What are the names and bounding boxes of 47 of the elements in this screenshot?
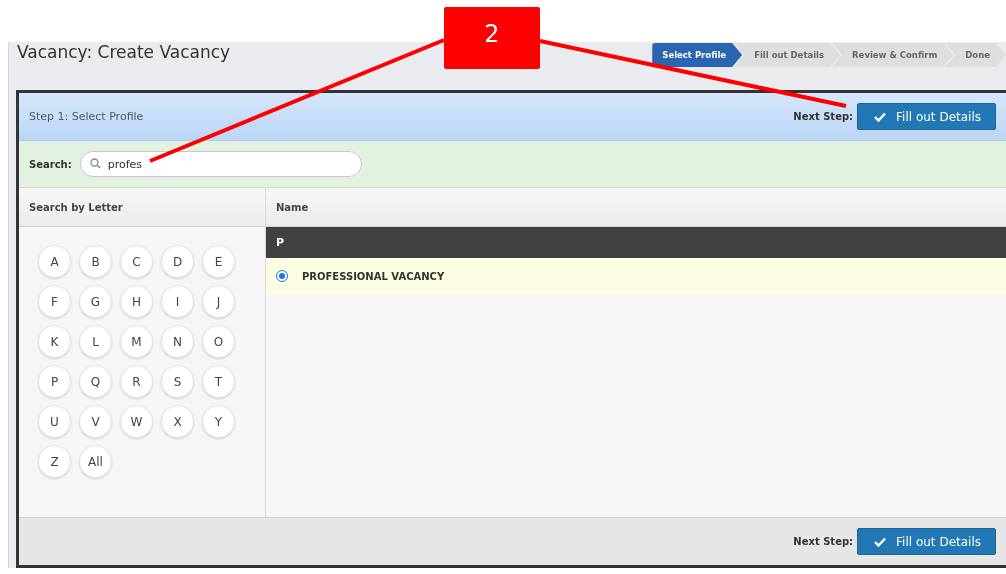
letter-filter-button[interactable]: All [79,445,112,478]
letter-filter-button[interactable]: J [202,285,235,318]
letter-filter-button[interactable]: T [202,365,235,398]
next-step-label: Next Step: [793,536,854,547]
radio-button[interactable] [276,270,288,282]
search-icon [89,158,101,169]
letter-filter-button[interactable]: R [120,365,153,398]
letter-filter-button[interactable]: M [120,325,153,358]
letter-filter-button[interactable]: N [161,325,194,358]
letter-filter-button[interactable]: P [38,365,71,398]
step-title: Step 1: Select Profile [29,110,144,123]
letter-filter-button[interactable]: S [161,365,194,398]
profile-row[interactable]: PROFESSIONAL VACANCY [266,258,1006,294]
check-icon [874,536,887,547]
wizard-step[interactable]: Select Profile [652,43,743,67]
search-field[interactable]: profes [79,151,362,177]
check-icon [874,111,887,122]
letter-filter-button[interactable]: K [38,325,71,358]
group-header: P [266,227,1006,258]
wizard-step[interactable]: Done [945,43,1006,67]
profile-name: PROFESSIONAL VACANCY [302,270,445,282]
letter-filter-button[interactable]: D [161,245,194,278]
letter-filter-button[interactable]: F [38,285,71,318]
next-step-button[interactable]: Fill out Details [857,528,996,555]
letter-filter-button[interactable]: Y [202,405,235,438]
letter-filter-button[interactable]: Q [79,365,112,398]
letter-filter-button[interactable]: E [202,245,235,278]
letter-filter-button[interactable]: L [79,325,112,358]
next-step-button[interactable]: Fill out Details [857,103,996,130]
search-label: Search: [29,158,72,170]
letter-filter-button[interactable]: V [79,405,112,438]
letter-filter-button[interactable]: A [38,245,71,278]
letter-filter-button[interactable]: C [120,245,153,278]
letter-filter-button[interactable]: X [161,405,194,438]
next-step-label: Next Step: [793,111,854,122]
letter-filter-button[interactable]: W [120,405,153,438]
page-title: Vacancy: Create Vacancy [17,42,231,62]
letter-filter-button[interactable]: I [161,285,194,318]
callout-badge: 2 [444,7,540,69]
letter-filter-button[interactable]: Z [38,445,71,478]
wizard-step[interactable]: Review & Confirm [832,43,954,67]
letter-filter-button[interactable]: B [79,245,112,278]
letter-filter-button[interactable]: H [120,285,153,318]
letter-filter-button[interactable]: U [38,405,71,438]
letter-filter-button[interactable]: O [202,325,235,358]
letter-filter-button[interactable]: G [79,285,112,318]
wizard-step[interactable]: Fill out Details [734,43,841,67]
